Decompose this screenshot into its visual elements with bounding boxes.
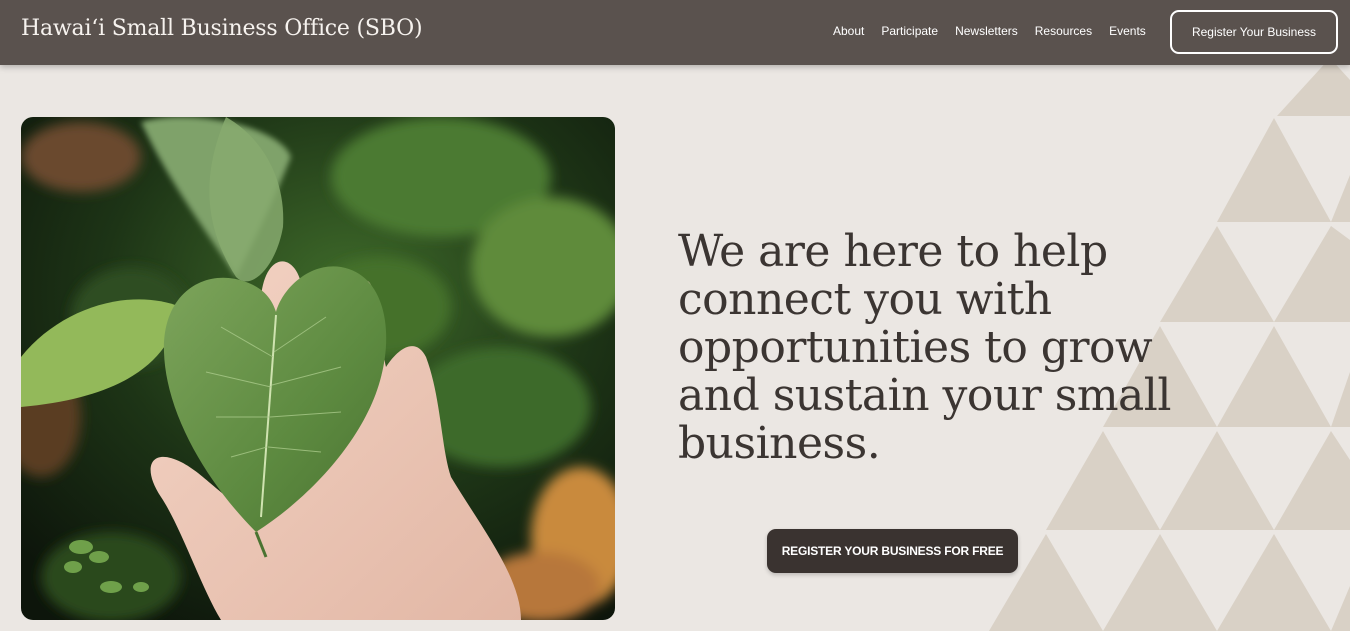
site-title[interactable]: Hawaiʻi Small Business Office (SBO) — [21, 16, 423, 41]
nav-link-newsletters[interactable]: Newsletters — [955, 22, 1018, 40]
nav-link-resources[interactable]: Resources — [1035, 22, 1092, 40]
main-nav: About Participate Newsletters Resources … — [833, 22, 1146, 40]
nav-link-about[interactable]: About — [833, 22, 864, 40]
hero-headline: We are here to help connect you with opp… — [678, 226, 1171, 469]
register-for-free-button[interactable]: REGISTER YOUR BUSINESS FOR FREE — [767, 529, 1018, 573]
nav-link-participate[interactable]: Participate — [881, 22, 938, 40]
site-header: Hawaiʻi Small Business Office (SBO) Abou… — [0, 0, 1350, 65]
nav-link-events[interactable]: Events — [1109, 22, 1146, 40]
register-your-business-button[interactable]: Register Your Business — [1170, 10, 1338, 54]
leaf-in-hand-illustration — [21, 117, 615, 620]
hero-photo-leaf-in-hand — [21, 117, 615, 620]
